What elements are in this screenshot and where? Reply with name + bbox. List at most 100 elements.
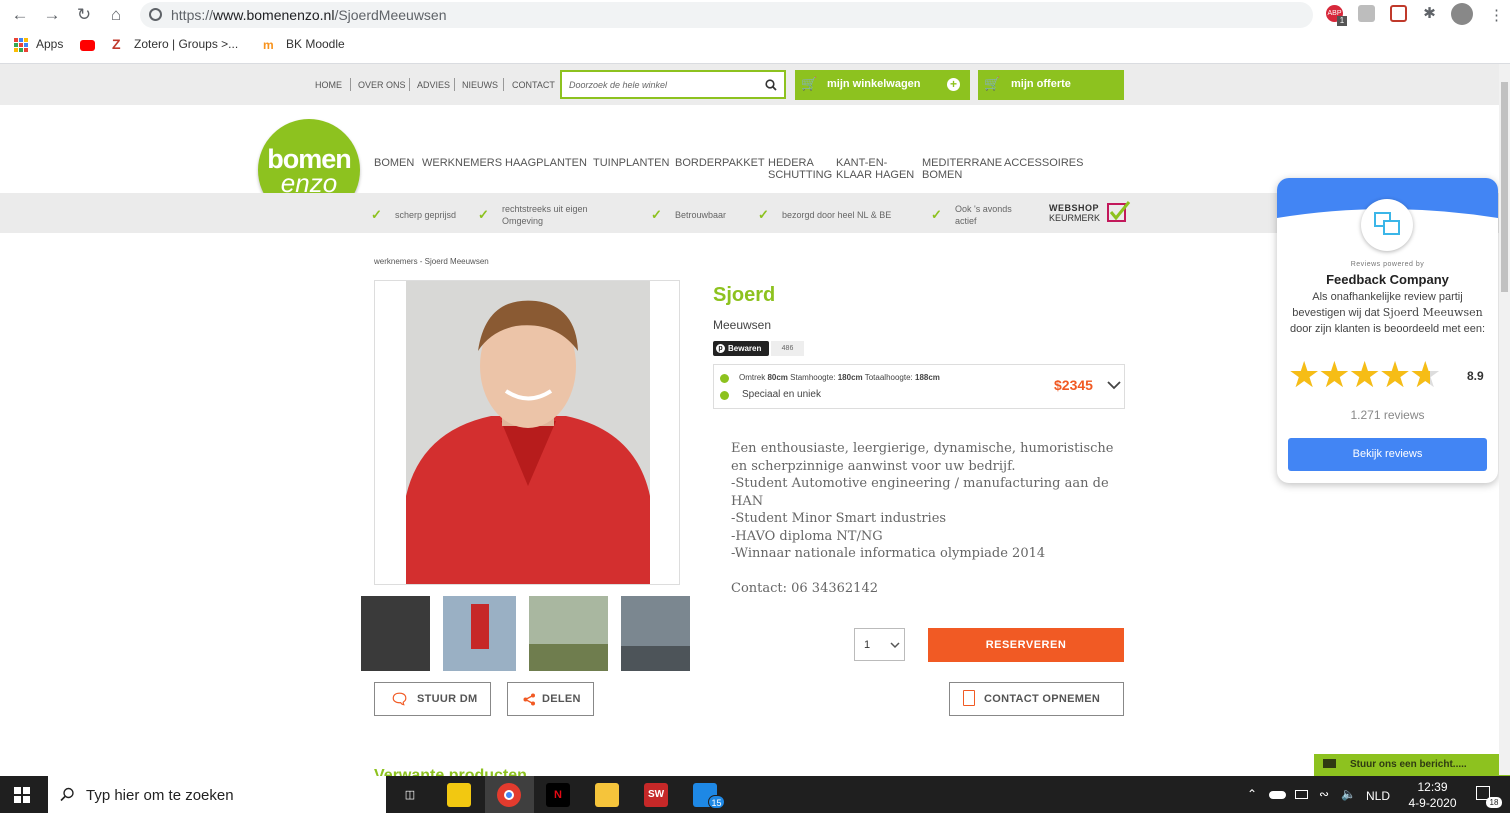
taskbar-search-box[interactable]: Typ hier om te zoeken	[48, 776, 386, 813]
extension-icon[interactable]	[1358, 5, 1375, 22]
powered-by: Reviews powered by	[1350, 261, 1425, 268]
reload-icon[interactable]: ↻	[73, 4, 95, 26]
star-rating: ★★★★★ ★★★★★	[1288, 357, 1448, 393]
cart-button[interactable]: 🛒 mijn winkelwagen +	[795, 70, 970, 100]
product-description: Een enthousiaste, leergierige, dynamisch…	[731, 440, 1121, 597]
chat-bubbles-icon	[1374, 212, 1400, 235]
contact-button[interactable]: CONTACT OPNEMEN	[949, 682, 1124, 716]
task-view-icon[interactable]: ◫	[398, 783, 422, 807]
onedrive-icon[interactable]	[1269, 791, 1286, 799]
speaker-icon[interactable]: 🔈	[1341, 787, 1356, 801]
thumbnail-4[interactable]	[621, 596, 690, 671]
chevron-up-icon[interactable]: ⌃	[1247, 787, 1257, 801]
bookmark-moodle[interactable]: BK Moodle	[286, 37, 345, 51]
thumbnail-2[interactable]	[443, 596, 516, 671]
view-reviews-button[interactable]: Bekijk reviews	[1288, 438, 1487, 471]
usp-item: scherp geprijsd	[395, 210, 457, 220]
nav-borderpakket[interactable]: BORDERPAKKET	[675, 157, 765, 169]
product-main-photo[interactable]	[374, 280, 680, 585]
wifi-icon[interactable]: ∾	[1319, 787, 1329, 801]
language-indicator[interactable]: NLD	[1366, 789, 1390, 803]
feedback-logo-circle	[1361, 199, 1413, 251]
thumb-figure	[471, 604, 489, 649]
chat-label: Stuur ons een bericht.....	[1350, 759, 1467, 770]
nav-haagplanten[interactable]: HAAGPLANTEN	[505, 157, 587, 169]
youtube-icon[interactable]	[80, 40, 95, 51]
avatar[interactable]	[1451, 3, 1473, 25]
home-icon[interactable]: ⌂	[105, 4, 127, 26]
page-scrollbar[interactable]	[1499, 64, 1510, 775]
chat-icon: 🗨	[390, 691, 410, 708]
usp-item: Betrouwbaar	[675, 210, 727, 220]
check-icon: ✓	[931, 207, 942, 222]
menu-icon[interactable]: ⋮	[1489, 6, 1504, 24]
scrollbar-thumb[interactable]	[1501, 82, 1508, 292]
windows-start-icon[interactable]	[14, 787, 30, 803]
divider	[503, 78, 504, 91]
webshop-keurmerk-badge[interactable]: WEBSHOP KEURMERK	[1049, 201, 1134, 225]
breadcrumb[interactable]: werknemers - Sjoerd Meeuwsen	[374, 257, 489, 266]
product-subtitle: Meeuwsen	[713, 318, 772, 332]
clock[interactable]: 12:39 4-9-2020	[1400, 779, 1465, 811]
topnav-advies[interactable]: ADVIES	[417, 80, 450, 90]
nav-kant-en-klaar-hagen[interactable]: KANT-EN- KLAAR HAGEN	[836, 157, 914, 181]
reserve-button[interactable]: RESERVEREN	[928, 628, 1124, 662]
topnav-contact[interactable]: CONTACT	[512, 80, 555, 90]
topnav-nieuws[interactable]: NIEUWS	[462, 80, 498, 90]
pinterest-icon: p	[716, 344, 725, 353]
apps-grid-icon	[14, 38, 28, 52]
thumbnail-3[interactable]	[529, 596, 608, 671]
check-icon: ✓	[758, 207, 769, 222]
product-title: Sjoerd	[713, 284, 776, 306]
send-dm-button[interactable]: 🗨 STUUR DM	[374, 682, 491, 716]
solidworks-icon[interactable]: SW	[644, 783, 668, 807]
check-icon: ✓	[651, 207, 662, 222]
envelope-icon	[1323, 759, 1336, 768]
topnav-home[interactable]: HOME	[315, 80, 342, 90]
usp-item: Ook 's avonds actief	[955, 204, 1012, 226]
url-text: https://www.bomenenzo.nl/SjoerdMeeuwsen	[171, 7, 447, 23]
bookmark-apps[interactable]: Apps	[36, 37, 63, 51]
nav-mediterrane-bomen[interactable]: MEDITERRANE BOMEN	[922, 157, 1002, 181]
divider	[350, 78, 351, 91]
topnav-over-ons[interactable]: OVER ONS	[358, 80, 406, 90]
nav-hedera-schutting[interactable]: HEDERA SCHUTTING	[768, 157, 832, 181]
nav-tuinplanten[interactable]: TUINPLANTEN	[593, 157, 669, 169]
rating-score: 8.9	[1467, 369, 1484, 383]
usp-item: bezorgd door heel NL & BE	[782, 210, 892, 220]
search-icon[interactable]	[765, 79, 777, 91]
share-button[interactable]: DELEN	[507, 682, 594, 716]
search-input[interactable]: Doorzoek de hele winkel	[560, 70, 786, 99]
quantity-select[interactable]: 1	[854, 628, 905, 661]
document-icon	[963, 690, 975, 706]
dm-label: STUUR DM	[417, 693, 478, 705]
back-icon[interactable]: ←	[9, 4, 31, 26]
site-info-icon[interactable]	[149, 8, 162, 21]
quote-button[interactable]: 🛒 mijn offerte	[978, 70, 1124, 100]
chevron-down-icon	[1107, 381, 1121, 390]
nav-accessoires[interactable]: ACCESSOIRES	[1004, 157, 1083, 169]
moodle-icon: m	[263, 38, 274, 52]
file-explorer-icon[interactable]	[595, 783, 619, 807]
address-bar[interactable]: https://www.bomenenzo.nl/SjoerdMeeuwsen	[140, 2, 1313, 28]
forward-icon[interactable]: →	[41, 4, 63, 26]
nav-bomen[interactable]: BOMEN	[374, 157, 414, 169]
cart-icon: 🛒	[801, 76, 818, 91]
chat-tab[interactable]: Stuur ons een bericht.....	[1314, 754, 1510, 776]
mail-badge: 15	[708, 795, 725, 809]
store-icon[interactable]	[447, 783, 471, 807]
puzzle-icon[interactable]: ✱	[1421, 5, 1438, 22]
variant-feature: Speciaal en uniek	[742, 389, 821, 400]
pocket-icon[interactable]	[1390, 5, 1407, 22]
review-count[interactable]: 1.271 reviews	[1277, 408, 1498, 422]
battery-icon[interactable]	[1295, 790, 1308, 799]
chevron-down-icon	[890, 642, 900, 649]
nav-werknemers[interactable]: WERKNEMERS	[422, 157, 502, 169]
thumbnail-1[interactable]	[361, 596, 430, 671]
variant-selector[interactable]: Omtrek 80cm Stamhoogte: 180cm Totaalhoog…	[713, 364, 1125, 409]
netflix-icon[interactable]: N	[546, 783, 570, 807]
pinterest-save-button[interactable]: p Bewaren	[713, 341, 769, 356]
bookmark-zotero[interactable]: Zotero | Groups >...	[134, 37, 238, 51]
chrome-icon[interactable]	[497, 783, 521, 807]
